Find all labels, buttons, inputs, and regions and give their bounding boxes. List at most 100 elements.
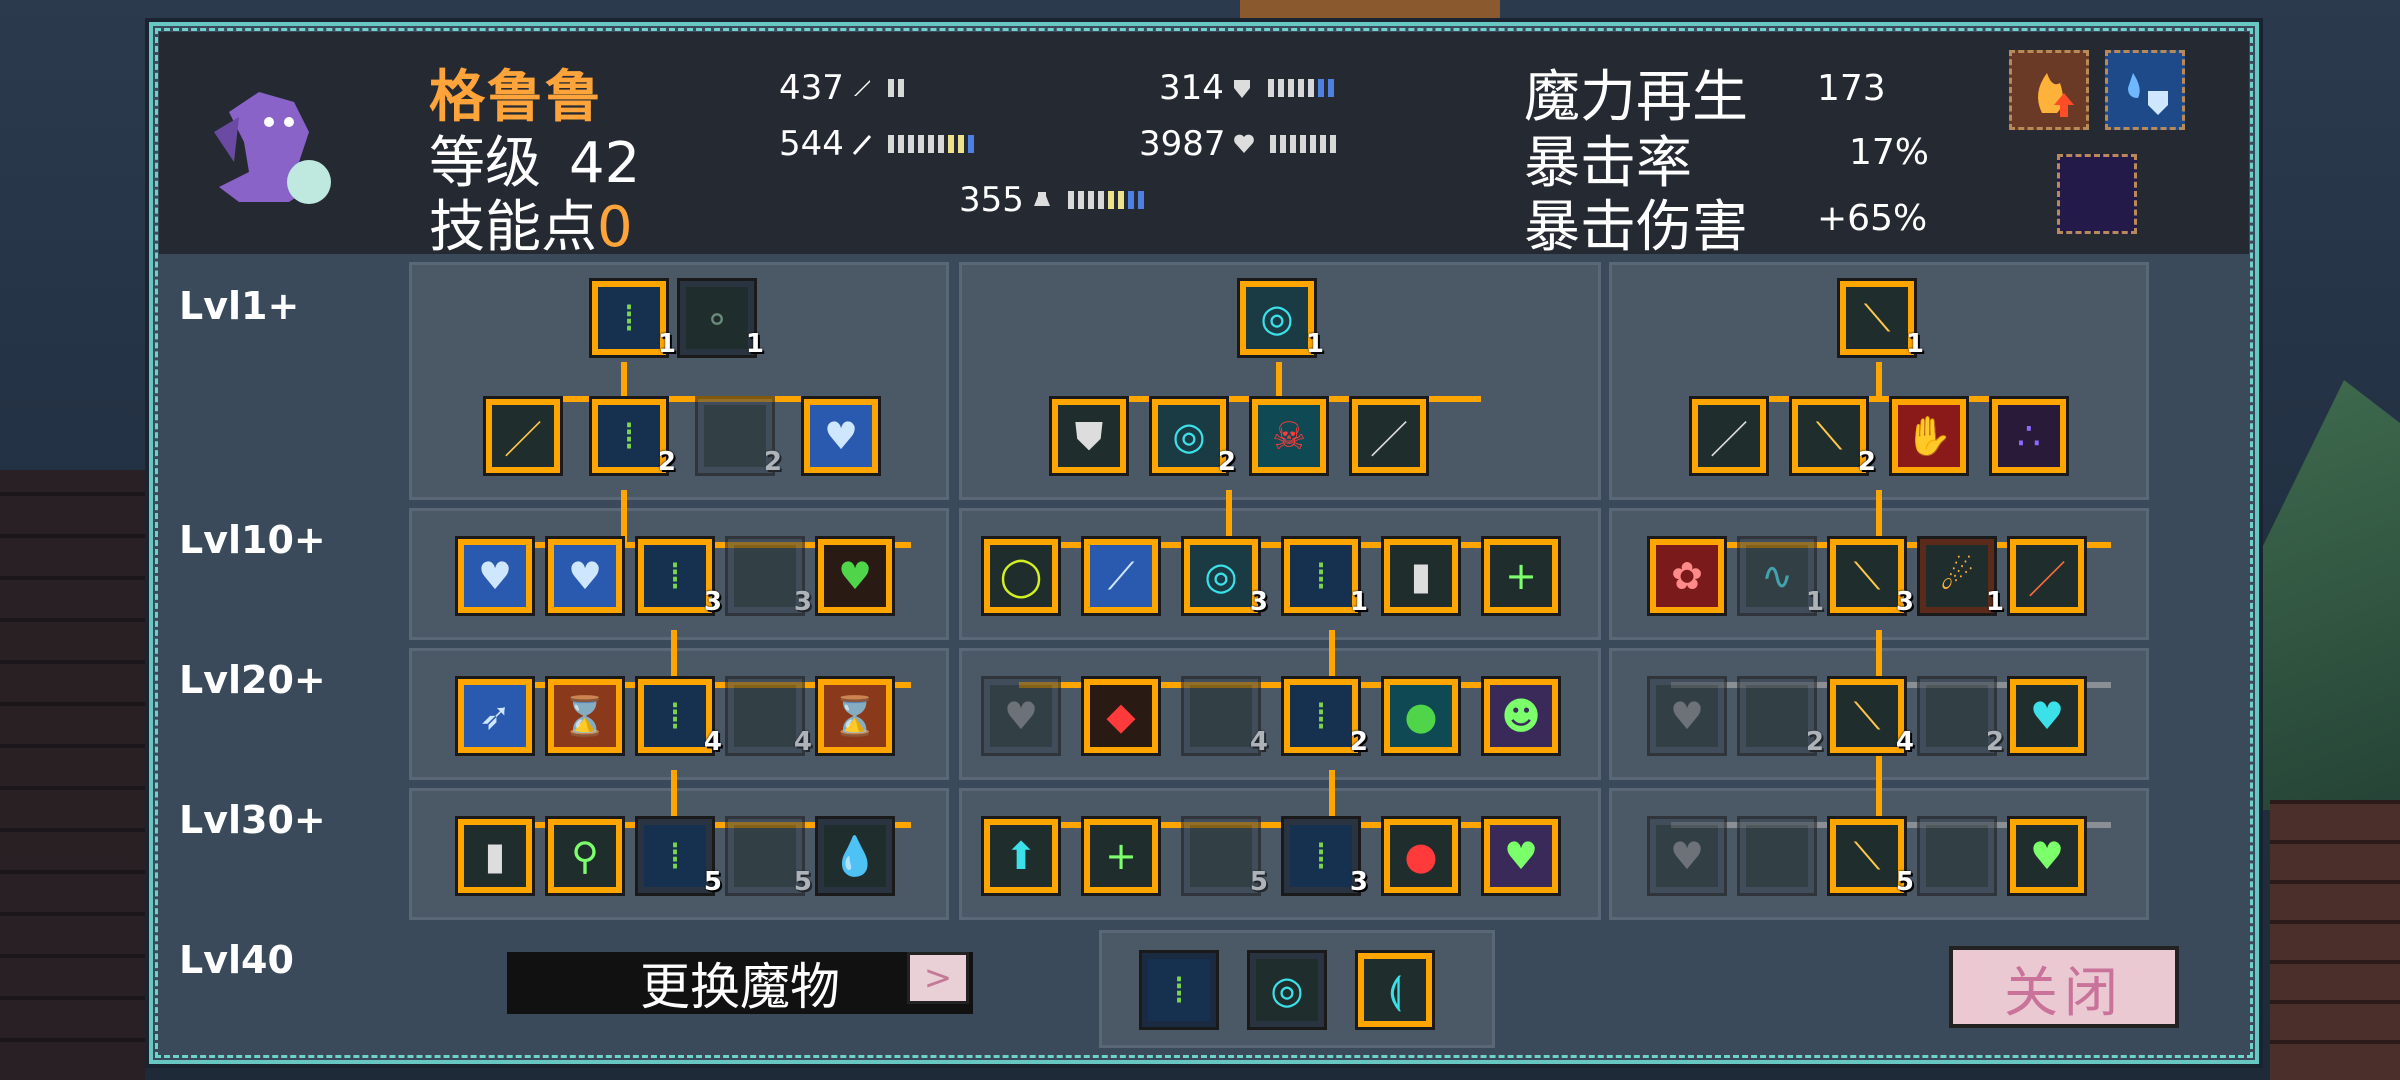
skill-wave-locked-2[interactable]: 2 (1737, 676, 1824, 757)
mana-value: 355 (959, 180, 1024, 220)
stance-fire-slash-button[interactable]: ⟬ (1355, 950, 1435, 1030)
defense-bars (1267, 79, 1334, 97)
skill-level: 3 (1349, 867, 1368, 897)
skill-level: 3 (1249, 587, 1268, 617)
skill-wave-locked-3[interactable] (1737, 816, 1817, 896)
skill-bubbles-locked-4[interactable]: 5 (725, 816, 812, 897)
skill-fire-slash-3[interactable]: ⟍ 3 (1827, 536, 1914, 617)
skill-poison-rain-m3[interactable]: ⁞ 3 (1281, 816, 1368, 897)
defense-value: 314 (1159, 68, 1224, 108)
mana-regen-value: 173 (1817, 68, 1886, 109)
shield-icon (1233, 80, 1250, 98)
skill-cyan-target[interactable]: ◎ 1 (1237, 278, 1324, 359)
skill-cyan-target-locked[interactable]: 4 (1181, 676, 1268, 757)
skill-fire-sword[interactable]: ／ (2007, 536, 2087, 616)
skill-level: 3 (703, 587, 722, 617)
skill-green-heart-r[interactable]: ♥ (2007, 816, 2087, 896)
stat-mana: 355 (959, 180, 1144, 220)
skill-cyan-heart-shield[interactable]: ♥ (2007, 676, 2087, 756)
skill-bubbles-locked-3[interactable]: 4 (725, 676, 812, 757)
moon-buff-icon[interactable] (2057, 154, 2137, 234)
skill-poison-rain-4[interactable]: ⁞ 4 (635, 676, 722, 757)
skill-green-staff[interactable]: ⚲ (545, 816, 625, 896)
skill-purple-orbs[interactable]: ∴ (1989, 396, 2069, 476)
fire-buff-icon[interactable] (2009, 50, 2089, 130)
skill-level: 4 (703, 727, 722, 757)
row-label-lvl40: Lvl40 (179, 938, 294, 982)
skill-heart-locked-r[interactable]: ♥ (1647, 676, 1727, 756)
skill-green-heart[interactable]: ♥ (815, 536, 895, 616)
skill-fire-slash-2[interactable]: ⟍ 2 (1789, 396, 1876, 477)
skill-hearts-2[interactable]: ♥ (545, 536, 625, 616)
skill-mana-bars-m[interactable]: ▮ (1381, 536, 1461, 616)
skill-fireball-locked[interactable]: 2 (1917, 676, 2004, 757)
skill-poison-rain-2[interactable]: ⁞ 2 (589, 396, 676, 477)
skill-level: 1 (1349, 587, 1368, 617)
skill-cyan-arrow-up[interactable]: ⬆ (981, 816, 1061, 896)
skill-green-plus[interactable]: + (1481, 536, 1561, 616)
crit-damage-label: 暴击伤害 (1524, 195, 1748, 260)
skill-poison-rain-m2[interactable]: ⁞ 2 (1281, 676, 1368, 757)
skill-fire-hand-plus[interactable]: ✋ (1889, 396, 1969, 476)
skill-green-plus-2[interactable]: + (1081, 816, 1161, 896)
skill-green-orb[interactable]: ● (1381, 676, 1461, 756)
skill-bubbles-locked-2[interactable]: 3 (725, 536, 812, 617)
skill-hourglass-red[interactable]: ⌛ (545, 676, 625, 756)
skill-level: 1 (1305, 329, 1324, 359)
skill-skull-bubble[interactable]: ● (1381, 816, 1461, 896)
background-bricks-right (2270, 800, 2400, 1080)
stat-attack: 437 (779, 68, 904, 108)
skill-poison-rain[interactable]: ⁞ 1 (589, 278, 676, 359)
skill-heart-locked-r2[interactable]: ♥ (1647, 816, 1727, 896)
swap-monster-label[interactable]: 更换魔物 (507, 952, 973, 1016)
stance-target-button[interactable]: ◎ (1247, 950, 1327, 1030)
monster-header: 格鲁鲁 等级 42 技能点0 437 544 355 314 3987 魔力再生… (159, 32, 2249, 260)
skill-fire-slash-4[interactable]: ⟍ 4 (1827, 676, 1914, 757)
skill-arrows[interactable]: ➶ (455, 676, 535, 756)
magic-attack-bars (887, 135, 974, 153)
skill-staff-up-r[interactable]: ／ (1689, 396, 1769, 476)
water-shield-buff-icon[interactable] (2105, 50, 2185, 130)
skill-poison-rain-m[interactable]: ⁞ 1 (1281, 536, 1368, 617)
skill-blue-slash[interactable]: ⟋ (1081, 536, 1161, 616)
background-bricks-left (0, 470, 145, 1080)
row-label-lvl10: Lvl10+ (179, 518, 326, 562)
skill-heart-skull[interactable]: ♥ (801, 396, 881, 476)
skill-level: 2 (657, 447, 676, 477)
skill-water-drop[interactable]: 💧 (815, 816, 895, 896)
skill-red-diamond-heart[interactable]: ◆ (1081, 676, 1161, 756)
skill-level: 5 (793, 867, 812, 897)
skill-skull-ring[interactable]: ☠ (1249, 396, 1329, 476)
skill-hourglass-green[interactable]: ⌛ (815, 676, 895, 756)
skill-staff-up[interactable]: ／ (1349, 396, 1429, 476)
skill-red-flames[interactable]: ✿ (1647, 536, 1727, 616)
skill-fire-slash[interactable]: ⟍ 1 (1837, 278, 1924, 359)
skill-poison-rain-3[interactable]: ⁞ 3 (635, 536, 722, 617)
staff-icon (852, 135, 872, 155)
close-button[interactable]: 关闭 (1949, 946, 2179, 1028)
skill-green-heart-m[interactable]: ♥ (1481, 816, 1561, 896)
skill-fireball-locked-2[interactable] (1917, 816, 1997, 896)
skill-dagger[interactable]: ／ (483, 396, 563, 476)
skill-bubbles[interactable]: ∘ 1 (677, 278, 764, 359)
skill-level: 1 (1805, 587, 1824, 617)
skill-bubbles-locked[interactable]: 2 (695, 396, 782, 477)
skill-hearts[interactable]: ♥ (455, 536, 535, 616)
next-monster-button[interactable]: > (907, 952, 969, 1004)
skill-defense-up[interactable]: ⛊ (1049, 396, 1129, 476)
skill-cyan-target-2[interactable]: ◎ 2 (1149, 396, 1236, 477)
skill-fireball[interactable]: ☄ 1 (1917, 536, 2004, 617)
skill-green-beast[interactable]: ☻ (1481, 676, 1561, 756)
skill-level: 3 (793, 587, 812, 617)
skill-yellow-ring[interactable]: ◯ (981, 536, 1061, 616)
skill-level: 1 (1985, 587, 2004, 617)
skill-level: 5 (1895, 867, 1914, 897)
stance-poison-button[interactable]: ⁞ (1139, 950, 1219, 1030)
skill-cyan-target-locked-2[interactable]: 5 (1181, 816, 1268, 897)
skill-wave-locked[interactable]: ∿ 1 (1737, 536, 1824, 617)
skill-mana-bars[interactable]: ▮ (455, 816, 535, 896)
skill-cyan-target-3[interactable]: ◎ 3 (1181, 536, 1268, 617)
skill-poison-rain-5[interactable]: ⁞ 5 (635, 816, 722, 897)
skill-fire-slash-5[interactable]: ⟍ 5 (1827, 816, 1914, 897)
skill-heart-locked[interactable]: ♥ (981, 676, 1061, 756)
